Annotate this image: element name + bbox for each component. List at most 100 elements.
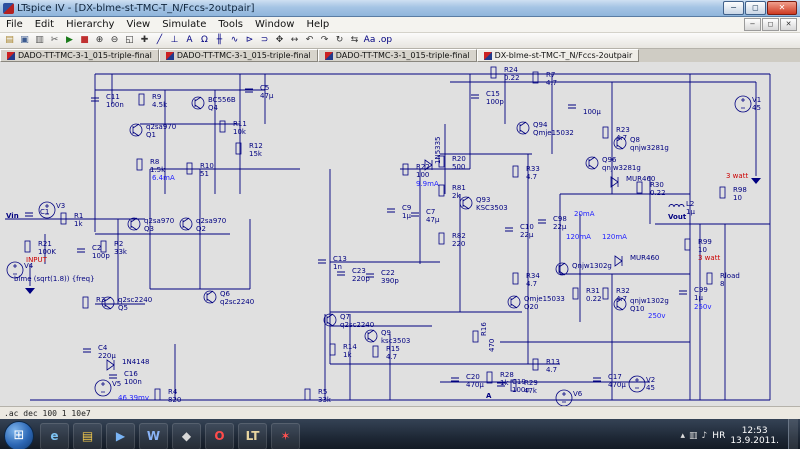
component-r13[interactable]: R134.7 bbox=[533, 358, 560, 374]
component-r16[interactable]: R16470 bbox=[473, 322, 496, 352]
net-label-vin[interactable]: Vin bbox=[6, 212, 19, 220]
hidden-icons-arrow[interactable]: ▴ bbox=[681, 431, 686, 441]
spice-directive-icon[interactable]: .op bbox=[378, 34, 392, 47]
component-c99[interactable]: C991µ bbox=[679, 286, 708, 302]
component-c15[interactable]: C15100p bbox=[471, 90, 504, 106]
menu-edit[interactable]: Edit bbox=[29, 19, 60, 30]
schematic-canvas[interactable]: C11100nR94.5kBC556BQ4C547µR240.22R74.7C1… bbox=[0, 62, 800, 406]
component-q9[interactable]: Q9ksc3503 bbox=[365, 329, 410, 345]
show-desktop-button[interactable] bbox=[788, 419, 798, 449]
outlook-icon[interactable]: ◆ bbox=[172, 423, 201, 449]
tab-dx-blme-st-tmc-t-n-fccs-2outpair[interactable]: DX-blme-st-TMC-T_N/Fccs-2outpair bbox=[477, 49, 640, 62]
component-r98[interactable]: R9810 bbox=[720, 186, 747, 202]
explorer-icon[interactable]: ▤ bbox=[73, 423, 102, 449]
menu-view[interactable]: View bbox=[120, 19, 156, 30]
run-icon[interactable]: ▶ bbox=[63, 34, 76, 47]
text-icon[interactable]: Aa bbox=[363, 34, 376, 47]
component-r5[interactable]: R533k bbox=[305, 388, 332, 404]
component-q93[interactable]: Q93KSC3503 bbox=[460, 196, 508, 212]
annotation-250v[interactable]: 250v bbox=[648, 312, 666, 320]
component-q94[interactable]: Q94Qmje15032 bbox=[517, 121, 574, 137]
language-indicator[interactable]: HR bbox=[712, 431, 725, 441]
opera-icon[interactable]: O bbox=[205, 423, 234, 449]
component-c7[interactable]: C747µ bbox=[411, 208, 440, 224]
pan-icon[interactable]: ✚ bbox=[138, 34, 151, 47]
component-r23[interactable]: R234.7 bbox=[603, 126, 630, 142]
component-q96[interactable]: Q96qnjw3281g bbox=[586, 156, 641, 172]
component-r31[interactable]: R310.22 bbox=[573, 287, 602, 303]
ltspice-icon[interactable]: LT bbox=[238, 423, 267, 449]
component-q2sa970[interactable]: q2sa970Q3 bbox=[128, 217, 174, 233]
component-r33[interactable]: R334.7 bbox=[513, 165, 540, 181]
component-r11[interactable]: R1110k bbox=[220, 120, 247, 136]
component-r82[interactable]: R82220 bbox=[439, 232, 466, 248]
inductor-icon[interactable]: ∿ bbox=[228, 34, 241, 47]
component-r28[interactable]: R281k bbox=[487, 371, 514, 387]
zoom-out-icon[interactable]: ⊖ bbox=[108, 34, 121, 47]
component-r15[interactable]: R154.7 bbox=[373, 345, 400, 361]
media-player-icon[interactable]: ▶ bbox=[106, 423, 135, 449]
component-v6[interactable]: V6 bbox=[556, 390, 583, 406]
component-icon[interactable]: ⊃ bbox=[258, 34, 271, 47]
component-q2sa970[interactable]: q2sa970Q2 bbox=[180, 217, 226, 233]
diode-icon[interactable]: ⊳ bbox=[243, 34, 256, 47]
start-button[interactable]: ⊞ bbox=[4, 421, 34, 449]
net-label-vout[interactable]: Vout bbox=[668, 213, 687, 221]
component-c22[interactable]: C22390p bbox=[366, 269, 399, 285]
warning-text-3-watt[interactable]: 3 watt bbox=[698, 254, 720, 262]
minimize-button[interactable]: − bbox=[723, 1, 744, 15]
move-icon[interactable]: ✥ bbox=[273, 34, 286, 47]
menu-file[interactable]: File bbox=[0, 19, 29, 30]
component-r7[interactable]: R74.7 bbox=[533, 71, 557, 87]
open-file-icon[interactable]: ▤ bbox=[3, 34, 16, 47]
menu-simulate[interactable]: Simulate bbox=[156, 19, 212, 30]
halt-icon[interactable]: ■ bbox=[78, 34, 91, 47]
component-r8[interactable]: R81.5k bbox=[137, 158, 166, 174]
component-r22[interactable]: R22100 bbox=[403, 163, 430, 179]
component-v1[interactable]: V145 bbox=[735, 96, 761, 112]
menu-tools[interactable]: Tools bbox=[212, 19, 249, 30]
wire-icon[interactable]: ╱ bbox=[153, 34, 166, 47]
redo-icon[interactable]: ↷ bbox=[318, 34, 331, 47]
component-r14[interactable]: R141k bbox=[330, 343, 357, 359]
component-r9[interactable]: R94.5k bbox=[139, 93, 168, 109]
component-r81[interactable]: R812k bbox=[439, 184, 466, 200]
component-c4[interactable]: C4220µ bbox=[83, 344, 116, 360]
component-rload[interactable]: Rload8 bbox=[707, 272, 740, 288]
component-q6[interactable]: Q6q2sc2240 bbox=[204, 290, 254, 306]
component-mur460[interactable]: MUR460 bbox=[615, 254, 659, 266]
component-c10[interactable]: C1022µ bbox=[505, 223, 534, 239]
component-c20[interactable]: C20470µ bbox=[451, 373, 484, 389]
print-icon[interactable]: ▥ bbox=[33, 34, 46, 47]
irfanview-icon[interactable]: ✶ bbox=[271, 423, 300, 449]
component-r32[interactable]: R324.7 bbox=[603, 287, 630, 303]
component-bc556b[interactable]: BC556BQ4 bbox=[192, 96, 236, 112]
word-icon[interactable]: W bbox=[139, 423, 168, 449]
mirror-icon[interactable]: ⇆ bbox=[348, 34, 361, 47]
component-v2[interactable]: V245 bbox=[629, 376, 655, 392]
component-c11[interactable]: C11100n bbox=[91, 93, 124, 109]
zoom-in-icon[interactable]: ⊕ bbox=[93, 34, 106, 47]
annotation-20ma[interactable]: 20mA bbox=[574, 210, 595, 218]
menu-window[interactable]: Window bbox=[249, 19, 300, 30]
annotation-120ma[interactable]: 120mA bbox=[566, 233, 591, 241]
net-label-icon[interactable]: A bbox=[183, 34, 196, 47]
menu-help[interactable]: Help bbox=[300, 19, 335, 30]
cut-icon[interactable]: ✂ bbox=[48, 34, 61, 47]
component-r30[interactable]: R300.22 bbox=[637, 181, 666, 197]
net-label-a[interactable]: A bbox=[486, 392, 492, 400]
component-c23[interactable]: C23220p bbox=[337, 267, 370, 283]
capacitor-icon[interactable]: ╫ bbox=[213, 34, 226, 47]
maximize-button[interactable]: ◻ bbox=[745, 1, 766, 15]
component-c13[interactable]: C131n bbox=[318, 255, 347, 271]
component-qmje15033[interactable]: Qmje15033Q20 bbox=[508, 295, 565, 311]
warning-text-3-watt[interactable]: 3 watt bbox=[726, 172, 748, 180]
component-c9[interactable]: C91µ bbox=[387, 204, 411, 220]
component-r4[interactable]: R4820 bbox=[155, 388, 181, 404]
mdi-restore-button[interactable]: ◻ bbox=[762, 18, 779, 31]
component-r21[interactable]: R21100K bbox=[25, 240, 56, 256]
tab-dado-tt-tmc-3-1-015-triple-final[interactable]: DADO-TT-TMC-3-1_015-triple-final bbox=[318, 49, 477, 62]
mdi-close-button[interactable]: ✕ bbox=[780, 18, 797, 31]
tab-dado-tt-tmc-3-1-015-triple-final[interactable]: DADO-TT-TMC-3-1_015-triple-final bbox=[159, 49, 318, 62]
annotation-120ma[interactable]: 120mA bbox=[602, 233, 627, 241]
